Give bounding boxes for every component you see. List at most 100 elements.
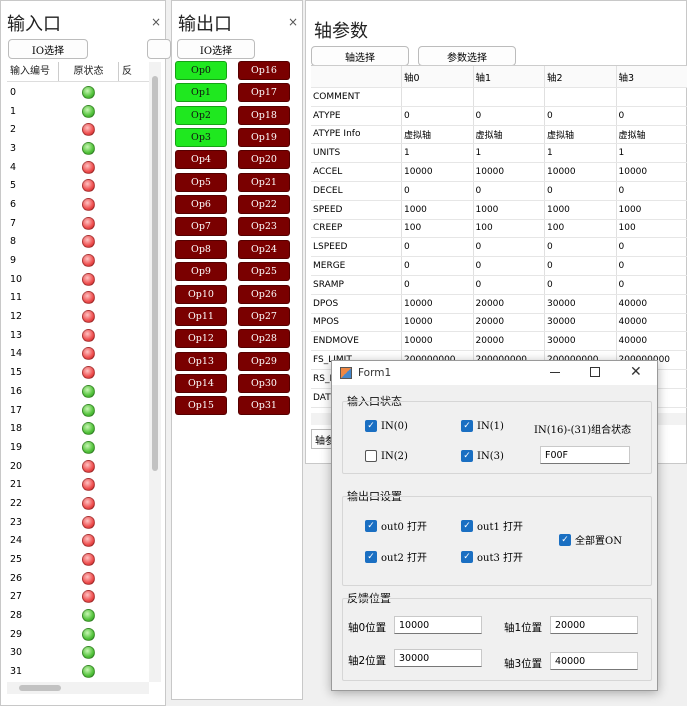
- param-value-cell[interactable]: 0: [615, 257, 687, 275]
- param-value-cell[interactable]: 30000: [544, 313, 616, 332]
- param-value-cell[interactable]: 40000: [615, 332, 687, 351]
- in3-checkbox[interactable]: ✓ IN(3): [461, 450, 504, 462]
- output-button-op17[interactable]: Op17: [238, 83, 290, 103]
- param-value-cell[interactable]: 20000: [472, 294, 545, 313]
- param-value-cell[interactable]: 0: [472, 106, 545, 125]
- param-value-cell[interactable]: 虚拟轴: [472, 125, 545, 144]
- output-button-op31[interactable]: Op31: [238, 396, 290, 416]
- param-value-cell[interactable]: 0: [615, 238, 687, 257]
- param-value-cell[interactable]: 0: [615, 275, 687, 294]
- output-button-op5[interactable]: Op5: [175, 172, 227, 192]
- output-button-op10[interactable]: Op10: [175, 284, 227, 304]
- param-value-cell[interactable]: 0: [544, 106, 616, 125]
- param-select-button[interactable]: 参数选择: [418, 46, 516, 66]
- param-value-cell[interactable]: [401, 88, 473, 106]
- param-value-cell[interactable]: 30000: [544, 294, 616, 313]
- param-value-cell[interactable]: [544, 88, 616, 106]
- param-value-cell[interactable]: 10000: [401, 163, 473, 181]
- output-button-op21[interactable]: Op21: [238, 172, 290, 192]
- output-button-op20[interactable]: Op20: [238, 150, 290, 170]
- param-value-cell[interactable]: 10000: [401, 313, 473, 332]
- param-value-cell[interactable]: 0: [544, 181, 616, 200]
- output-button-op9[interactable]: Op9: [175, 262, 227, 282]
- param-value-cell[interactable]: 1: [472, 144, 545, 163]
- output-button-op15[interactable]: Op15: [175, 396, 227, 416]
- param-value-cell[interactable]: 0: [615, 106, 687, 125]
- param-value-cell[interactable]: 虚拟轴: [401, 125, 473, 144]
- param-value-cell[interactable]: 0: [401, 106, 473, 125]
- output-button-op19[interactable]: Op19: [238, 128, 290, 148]
- axis3-pos-field[interactable]: 40000: [550, 652, 638, 670]
- param-value-cell[interactable]: 100: [615, 219, 687, 238]
- param-value-cell[interactable]: 40000: [615, 294, 687, 313]
- output-button-op29[interactable]: Op29: [238, 351, 290, 371]
- output-button-op4[interactable]: Op4: [175, 150, 227, 170]
- param-value-cell[interactable]: 10000: [401, 294, 473, 313]
- param-value-cell[interactable]: 1: [544, 144, 616, 163]
- input-io-select-button[interactable]: IO选择: [8, 39, 88, 59]
- output-button-op23[interactable]: Op23: [238, 217, 290, 237]
- output-io-select-button[interactable]: IO选择: [177, 39, 255, 59]
- input-scroll-thumb[interactable]: [152, 76, 158, 471]
- param-value-cell[interactable]: 20000: [472, 313, 545, 332]
- output-button-op27[interactable]: Op27: [238, 306, 290, 326]
- param-value-cell[interactable]: 100: [544, 219, 616, 238]
- output-button-op22[interactable]: Op22: [238, 195, 290, 215]
- param-value-cell[interactable]: 20000: [472, 332, 545, 351]
- param-value-cell[interactable]: 0: [472, 275, 545, 294]
- minimize-icon[interactable]: [550, 372, 560, 373]
- output-button-op3[interactable]: Op3: [175, 128, 227, 148]
- combo-state-field[interactable]: F00F: [540, 446, 630, 464]
- param-value-cell[interactable]: 10000: [472, 163, 545, 181]
- out0-checkbox[interactable]: ✓ out0 打开: [365, 518, 427, 533]
- param-value-cell[interactable]: 1000: [544, 200, 616, 219]
- maximize-icon[interactable]: [590, 367, 600, 377]
- in2-checkbox[interactable]: IN(2): [365, 450, 408, 462]
- param-value-cell[interactable]: 0: [401, 275, 473, 294]
- param-value-cell[interactable]: 30000: [544, 332, 616, 351]
- param-value-cell[interactable]: 100: [472, 219, 545, 238]
- output-button-op16[interactable]: Op16: [238, 61, 290, 80]
- output-button-op13[interactable]: Op13: [175, 351, 227, 371]
- output-button-op12[interactable]: Op12: [175, 329, 227, 349]
- param-value-cell[interactable]: 40000: [615, 313, 687, 332]
- param-value-cell[interactable]: 0: [401, 257, 473, 275]
- param-value-cell[interactable]: 虚拟轴: [615, 125, 687, 144]
- param-value-cell[interactable]: 100: [401, 219, 473, 238]
- param-value-cell[interactable]: 0: [472, 238, 545, 257]
- output-button-op8[interactable]: Op8: [175, 239, 227, 259]
- output-button-op26[interactable]: Op26: [238, 284, 290, 304]
- output-button-op1[interactable]: Op1: [175, 83, 227, 103]
- param-value-cell[interactable]: 10000: [401, 332, 473, 351]
- input-panel-close-icon[interactable]: ×: [151, 15, 161, 29]
- output-button-op2[interactable]: Op2: [175, 105, 227, 125]
- input-hscroll-thumb[interactable]: [19, 685, 61, 691]
- param-value-cell[interactable]: 0: [401, 181, 473, 200]
- param-value-cell[interactable]: [472, 88, 545, 106]
- param-value-cell[interactable]: 10000: [544, 163, 616, 181]
- param-value-cell[interactable]: 1000: [401, 200, 473, 219]
- param-value-cell[interactable]: [615, 88, 687, 106]
- axis-column-header[interactable]: 轴0: [401, 66, 473, 87]
- output-button-op30[interactable]: Op30: [238, 373, 290, 393]
- output-button-op6[interactable]: Op6: [175, 195, 227, 215]
- output-button-op7[interactable]: Op7: [175, 217, 227, 237]
- in1-checkbox[interactable]: ✓ IN(1): [461, 420, 504, 432]
- output-button-op14[interactable]: Op14: [175, 373, 227, 393]
- param-value-cell[interactable]: 0: [401, 238, 473, 257]
- param-value-cell[interactable]: 0: [472, 257, 545, 275]
- axis-column-header[interactable]: 轴3: [615, 66, 687, 87]
- param-value-cell[interactable]: 0: [544, 238, 616, 257]
- param-value-cell[interactable]: 虚拟轴: [544, 125, 616, 144]
- output-button-op24[interactable]: Op24: [238, 239, 290, 259]
- axis2-pos-field[interactable]: 30000: [394, 649, 482, 667]
- output-button-op18[interactable]: Op18: [238, 105, 290, 125]
- output-button-op25[interactable]: Op25: [238, 262, 290, 282]
- input-vertical-scrollbar[interactable]: [149, 62, 161, 682]
- input-horizontal-scrollbar[interactable]: [7, 682, 149, 694]
- axis0-pos-field[interactable]: 10000: [394, 616, 482, 634]
- param-value-cell[interactable]: 10000: [615, 163, 687, 181]
- in0-checkbox[interactable]: ✓ IN(0): [365, 420, 408, 432]
- param-value-cell[interactable]: 1: [615, 144, 687, 163]
- output-button-op11[interactable]: Op11: [175, 306, 227, 326]
